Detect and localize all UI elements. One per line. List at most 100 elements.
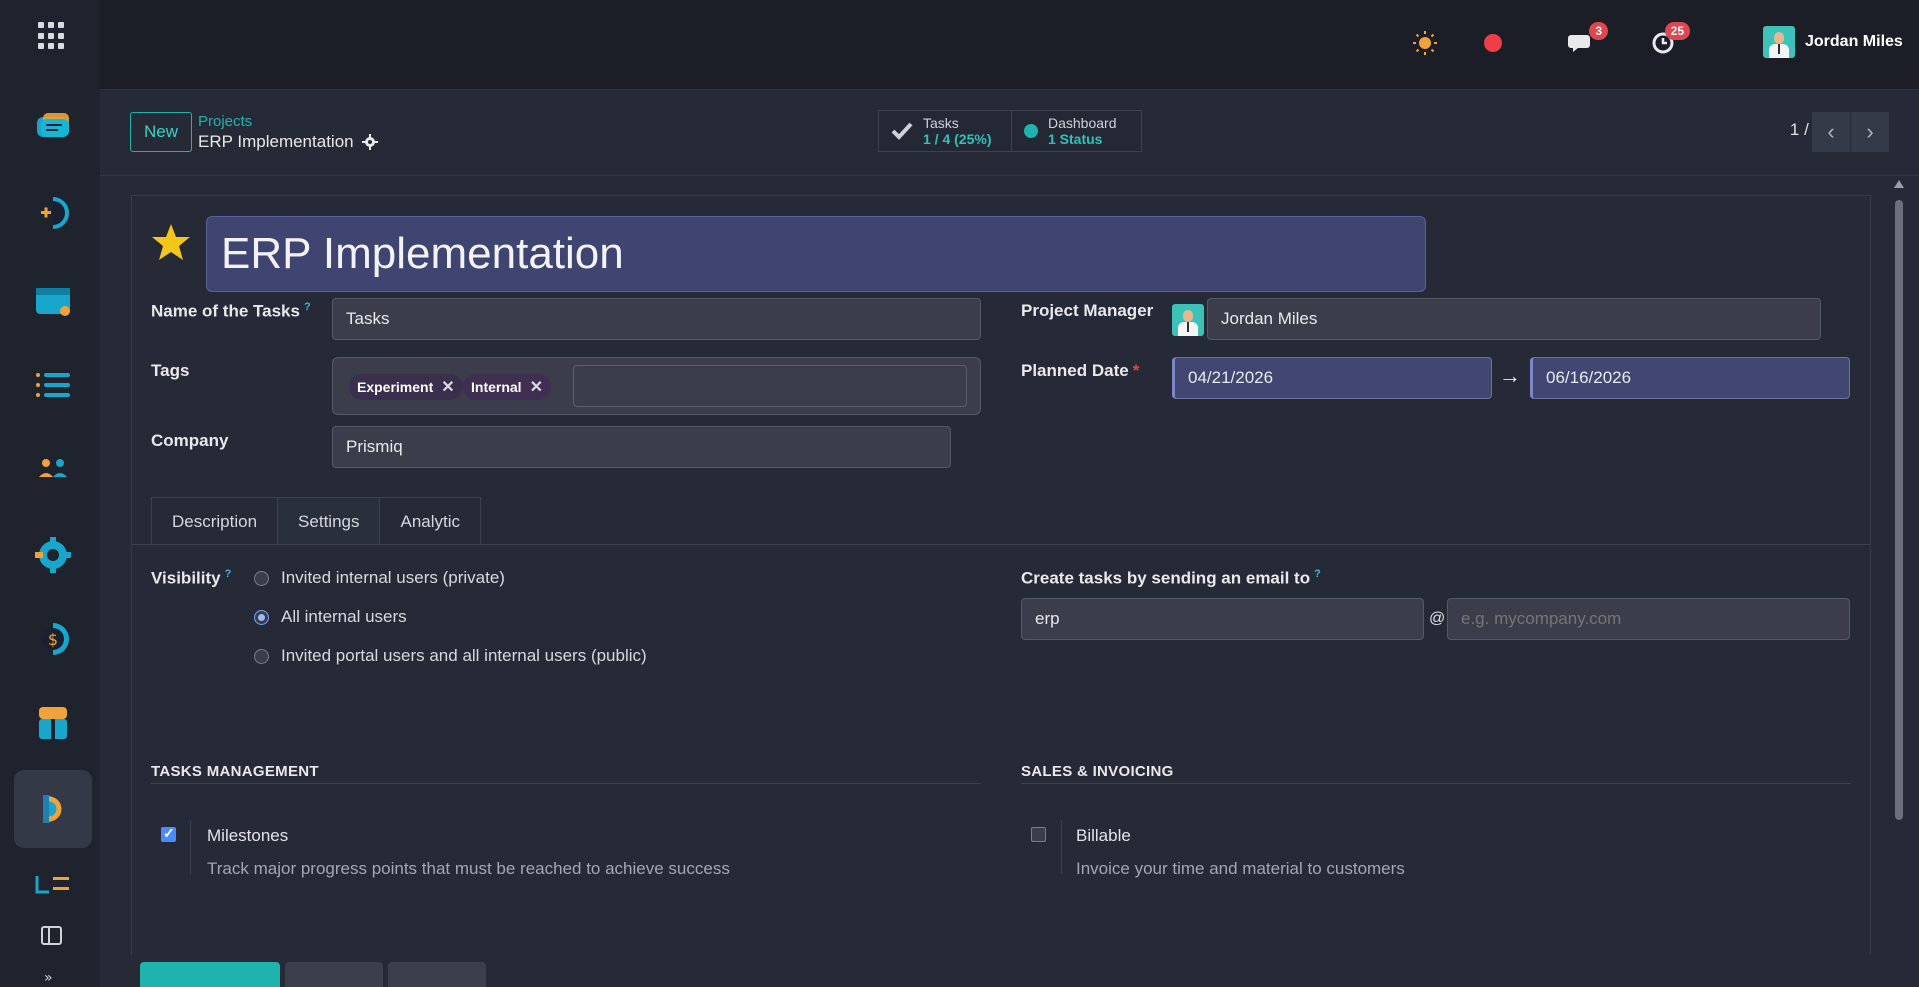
planned-date-label: Planned Date * [1021, 361, 1140, 380]
activities-badge: 25 [1664, 22, 1690, 40]
control-panel: New Projects ERP Implementation Tasks 1 … [100, 90, 1919, 176]
app-sidebar: $ » [0, 0, 100, 987]
billable-title: Billable [1076, 826, 1131, 845]
visibility-option-public[interactable]: Invited portal users and all internal us… [254, 646, 647, 666]
tags-label: Tags [151, 361, 190, 380]
section-divider [1021, 783, 1851, 784]
scroll-up-icon[interactable] [1894, 180, 1904, 188]
milestones-title: Milestones [207, 826, 289, 845]
dashboard-smart-label: Dashboard [1048, 115, 1117, 131]
status-dot-icon [1024, 124, 1038, 138]
project-manager-label: Project Manager [1021, 301, 1154, 320]
pager-next-button[interactable]: › [1851, 112, 1889, 152]
project-app-icon[interactable] [14, 770, 92, 848]
visibility-option-internal[interactable]: All internal users [254, 607, 407, 627]
user-name: Jordan Miles [1805, 33, 1903, 50]
svg-text:$: $ [48, 630, 58, 649]
setting-divider [1061, 820, 1062, 874]
check-icon [891, 122, 913, 140]
chevron-right-icon: › [1866, 119, 1874, 144]
invoicing-app-icon[interactable]: $ [14, 600, 92, 678]
chevron-left-icon: ‹ [1827, 119, 1835, 144]
tag-remove-icon[interactable]: ✕ [441, 377, 454, 397]
log-note-button[interactable] [285, 962, 383, 987]
notebook-tabs: Description Settings Analytic [151, 497, 482, 545]
inventory-app-icon[interactable] [14, 684, 92, 762]
setting-divider [190, 820, 191, 874]
crm-app-icon[interactable] [14, 174, 92, 252]
tab-divider [132, 544, 1870, 545]
tasks-smart-button[interactable]: Tasks 1 / 4 (25%) [878, 110, 1012, 152]
messages-chat-icon[interactable]: 3 [1566, 22, 1608, 58]
help-icon: ? [303, 301, 311, 313]
project-title-input[interactable] [206, 216, 1426, 292]
help-icon: ? [224, 568, 232, 580]
messages-badge: 3 [1589, 22, 1608, 40]
top-navbar: 3 25 Jordan Miles [100, 0, 1919, 90]
tab-settings[interactable]: Settings [277, 497, 381, 545]
employees-app-icon[interactable] [14, 430, 92, 508]
avatar [1172, 304, 1204, 336]
project-list-app-icon[interactable] [14, 346, 92, 424]
billable-checkbox[interactable] [1031, 827, 1046, 842]
settings-app-icon[interactable] [14, 516, 92, 594]
send-message-button[interactable] [140, 962, 280, 987]
new-button[interactable]: New [130, 112, 192, 152]
milestones-checkbox[interactable] [161, 825, 176, 842]
visibility-label: Visibility? [151, 568, 232, 588]
discuss-app-icon[interactable] [14, 88, 92, 166]
avatar [1763, 26, 1795, 58]
radio-public[interactable] [254, 648, 269, 664]
name-of-tasks-field[interactable] [332, 298, 981, 340]
tab-description[interactable]: Description [151, 497, 279, 545]
milestones-description: Track major progress points that must be… [207, 859, 730, 878]
tags-field[interactable]: Experiment ✕ Internal ✕ [332, 357, 981, 415]
radio-internal[interactable] [254, 609, 269, 625]
dashboard-smart-button[interactable]: Dashboard 1 Status [1011, 110, 1142, 152]
activities-clock-icon[interactable]: 25 [1648, 22, 1690, 58]
tag-internal: Internal ✕ [463, 374, 551, 400]
email-alias-label: Create tasks by sending an email to? [1021, 568, 1321, 588]
section-divider [151, 783, 981, 784]
chevron-double-down-icon[interactable]: » [44, 970, 53, 986]
email-alias-field[interactable] [1021, 598, 1424, 640]
tags-input[interactable] [573, 365, 967, 407]
activities-button[interactable] [388, 962, 486, 987]
sales-invoicing-heading: SALES & INVOICING [1021, 763, 1174, 780]
planned-start-date-field[interactable] [1172, 357, 1492, 399]
breadcrumb-current: ERP Implementation [198, 132, 354, 151]
gear-icon[interactable] [361, 134, 378, 150]
theme-sun-icon[interactable] [1410, 28, 1440, 58]
billable-description: Invoice your time and material to custom… [1076, 859, 1405, 878]
scrollbar[interactable] [1893, 180, 1905, 980]
favorite-star-icon[interactable] [150, 222, 192, 264]
tab-analytic[interactable]: Analytic [379, 497, 482, 545]
company-field[interactable] [332, 426, 951, 468]
radio-private[interactable] [254, 570, 269, 586]
tasks-management-heading: TASKS MANAGEMENT [151, 763, 319, 780]
sidebar-toggle-icon[interactable] [41, 926, 62, 945]
help-icon: ? [1314, 568, 1321, 580]
timesheets-app-icon[interactable] [14, 856, 92, 916]
tag-experiment: Experiment ✕ [349, 374, 463, 400]
planned-end-date-field[interactable] [1530, 357, 1850, 399]
breadcrumb: ERP Implementation [198, 132, 378, 152]
scrollbar-thumb[interactable] [1895, 200, 1903, 820]
at-symbol: @ [1429, 610, 1446, 627]
sales-app-icon[interactable] [14, 262, 92, 340]
pager-previous-button[interactable]: ‹ [1812, 112, 1850, 152]
dashboard-smart-value: 1 Status [1048, 131, 1103, 147]
breadcrumb-projects[interactable]: Projects [198, 113, 252, 130]
app-menu-grid-icon[interactable] [38, 22, 66, 50]
tasks-smart-value: 1 / 4 (25%) [923, 131, 992, 147]
tag-remove-icon[interactable]: ✕ [530, 377, 543, 397]
name-of-tasks-label: Name of the Tasks? [151, 301, 311, 321]
visibility-option-private[interactable]: Invited internal users (private) [254, 568, 505, 588]
tasks-smart-label: Tasks [923, 115, 959, 131]
company-label: Company [151, 431, 229, 450]
email-domain-field[interactable] [1447, 598, 1850, 640]
record-dot-icon[interactable] [1478, 28, 1508, 58]
user-menu[interactable]: Jordan Miles [1763, 26, 1903, 58]
project-manager-field[interactable] [1207, 298, 1821, 340]
arrow-right-icon: → [1499, 363, 1521, 388]
